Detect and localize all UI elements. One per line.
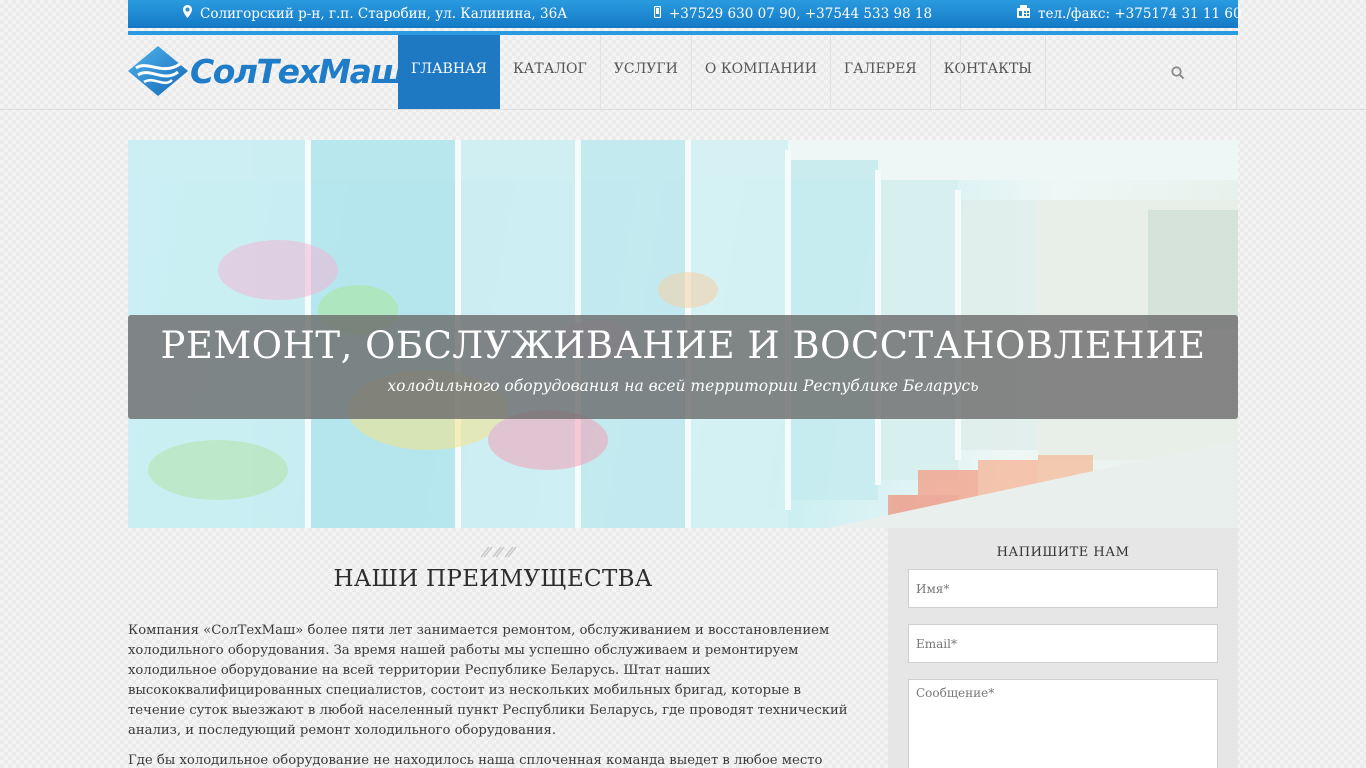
nav-item-catalog[interactable]: Каталог [500,35,601,109]
contact-form: Напишите нам [888,528,1238,768]
hero-subtitle: холодильного оборудования на всей террит… [387,377,979,395]
map-marker-icon [183,0,192,28]
hero-title: Ремонт, обслуживание и восстановление [160,324,1206,367]
hero-caption: Ремонт, обслуживание и восстановление хо… [128,315,1238,419]
search-icon[interactable] [1171,65,1185,80]
contact-form-title: Напишите нам [996,545,1130,560]
logo-text: СолТехМаш [190,51,405,91]
mobile-phone-icon [653,0,662,28]
message-field[interactable] [908,679,1218,768]
ornament-icon [478,544,518,558]
address: Солигорский р-н, г.п. Старобин, ул. Кали… [183,0,567,28]
nav-item-services[interactable]: Услуги [601,35,692,109]
nav-search-area [960,35,1237,109]
fax-text[interactable]: тел./факс: +375174 31 11 60 [1038,0,1242,28]
fax: тел./факс: +375174 31 11 60 [1017,0,1242,28]
main-nav: Главная Каталог Услуги О компании Галере… [398,35,1047,109]
hero-slider: Ремонт, обслуживание и восстановление хо… [128,140,1238,528]
nav-item-about[interactable]: О компании [692,35,831,109]
advantages-text: Компания «СолТехМаш» более пяти лет зани… [128,621,858,768]
site-header: СолТехМаш Главная Каталог Услуги О компа… [0,35,1366,110]
nav-item-home[interactable]: Главная [398,35,500,109]
fax-icon [1017,0,1030,28]
top-info-bar: Солигорский р-н, г.п. Старобин, ул. Кали… [128,0,1242,28]
advantages-paragraph: Где бы холодильное оборудование не наход… [128,753,823,768]
phones-text[interactable]: +37529 630 07 90, +37544 533 98 18 [669,0,932,28]
advantages-title: Наши преимущества [333,566,653,592]
email-field[interactable] [908,624,1218,663]
address-text: Солигорский р-н, г.п. Старобин, ул. Кали… [200,6,568,22]
advantages-paragraph: Компания «СолТехМаш» более пяти лет зани… [128,623,848,738]
name-field[interactable] [908,569,1218,608]
nav-item-gallery[interactable]: Галерея [831,35,931,109]
logo[interactable]: СолТехМаш [128,45,405,97]
phones: +37529 630 07 90, +37544 533 98 18 [653,0,932,28]
logo-mark-icon [128,46,188,96]
